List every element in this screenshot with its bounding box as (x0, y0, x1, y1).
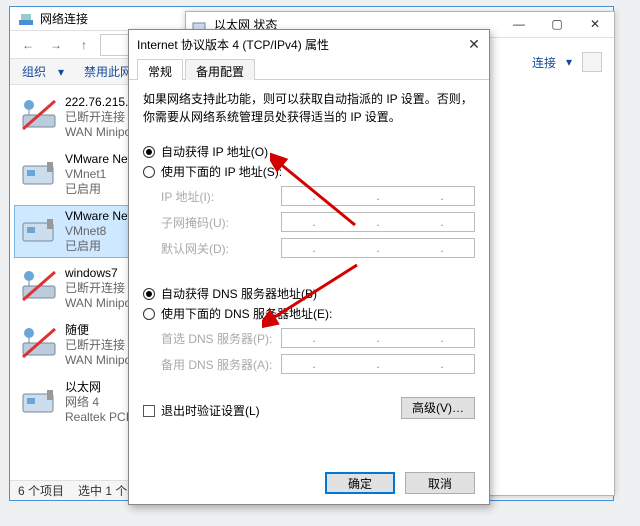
unknown-button[interactable] (582, 52, 602, 72)
ip-address-label: IP 地址(I): (161, 188, 281, 205)
modem-icon (19, 266, 59, 306)
ipv4-properties-dialog: Internet 协议版本 4 (TCP/IPv4) 属性 ✕ 常规 备用配置 … (128, 29, 490, 505)
radio-icon (143, 146, 155, 158)
pref-dns-input: ... (281, 328, 475, 348)
subnet-input: ... (281, 212, 475, 232)
radio-icon (143, 166, 155, 178)
ip-address-input: ... (281, 186, 475, 206)
close-button[interactable]: ✕ (463, 34, 485, 54)
validate-checkbox[interactable]: 退出时验证设置(L) (143, 402, 260, 419)
checkbox-icon (143, 405, 155, 417)
ip-auto-radio[interactable]: 自动获得 IP 地址(O) (143, 143, 475, 160)
ip-fields-group: IP 地址(I):... 子网掩码(U):... 默认网关(D):... (143, 186, 475, 270)
back-button[interactable]: ← (16, 33, 40, 57)
up-button[interactable]: ↑ (72, 33, 96, 57)
cancel-button[interactable]: 取消 (405, 472, 475, 494)
dialog-title: Internet 协议版本 4 (TCP/IPv4) 属性 (137, 36, 329, 53)
dns-manual-radio[interactable]: 使用下面的 DNS 服务器地址(E): (143, 305, 475, 322)
nic-icon (19, 380, 59, 420)
network-icon (18, 11, 34, 27)
organize-menu[interactable]: 组织 (18, 63, 50, 80)
radio-icon (143, 308, 155, 320)
ok-button[interactable]: 确定 (325, 472, 395, 494)
dns-fields-group: 首选 DNS 服务器(P):... 备用 DNS 服务器(A):... (143, 328, 475, 386)
subnet-label: 子网掩码(U): (161, 214, 281, 231)
gateway-label: 默认网关(D): (161, 240, 281, 257)
pref-dns-label: 首选 DNS 服务器(P): (161, 330, 281, 347)
nic-icon (19, 152, 59, 192)
dialog-titlebar[interactable]: Internet 协议版本 4 (TCP/IPv4) 属性 (129, 30, 489, 58)
modem-icon (19, 323, 59, 363)
window-title: 网络连接 (40, 10, 88, 27)
maximize-button[interactable]: ▢ (538, 12, 576, 36)
alt-dns-input: ... (281, 354, 475, 374)
ip-radio-group: 自动获得 IP 地址(O) 使用下面的 IP 地址(S): (143, 138, 475, 180)
advanced-button[interactable]: 高级(V)… (401, 397, 475, 419)
nic-icon (19, 209, 59, 249)
connect-label: 连接 (532, 54, 556, 71)
forward-button[interactable]: → (44, 33, 68, 57)
status-count: 6 个项目 (18, 482, 64, 499)
close-button[interactable]: ✕ (576, 12, 614, 36)
alt-dns-label: 备用 DNS 服务器(A): (161, 356, 281, 373)
minimize-button[interactable]: ― (500, 12, 538, 36)
intro-text: 如果网络支持此功能，则可以获取自动指派的 IP 设置。否则，你需要从网络系统管理… (143, 90, 475, 126)
ip-manual-radio[interactable]: 使用下面的 IP 地址(S): (143, 163, 475, 180)
modem-icon (19, 95, 59, 135)
tab-alternate[interactable]: 备用配置 (185, 59, 255, 80)
tab-strip: 常规 备用配置 (129, 58, 489, 80)
radio-icon (143, 288, 155, 300)
dns-auto-radio[interactable]: 自动获得 DNS 服务器地址(B) (143, 285, 475, 302)
dns-radio-group: 自动获得 DNS 服务器地址(B) 使用下面的 DNS 服务器地址(E): (143, 280, 475, 322)
tab-general[interactable]: 常规 (137, 59, 183, 80)
gateway-input: ... (281, 238, 475, 258)
